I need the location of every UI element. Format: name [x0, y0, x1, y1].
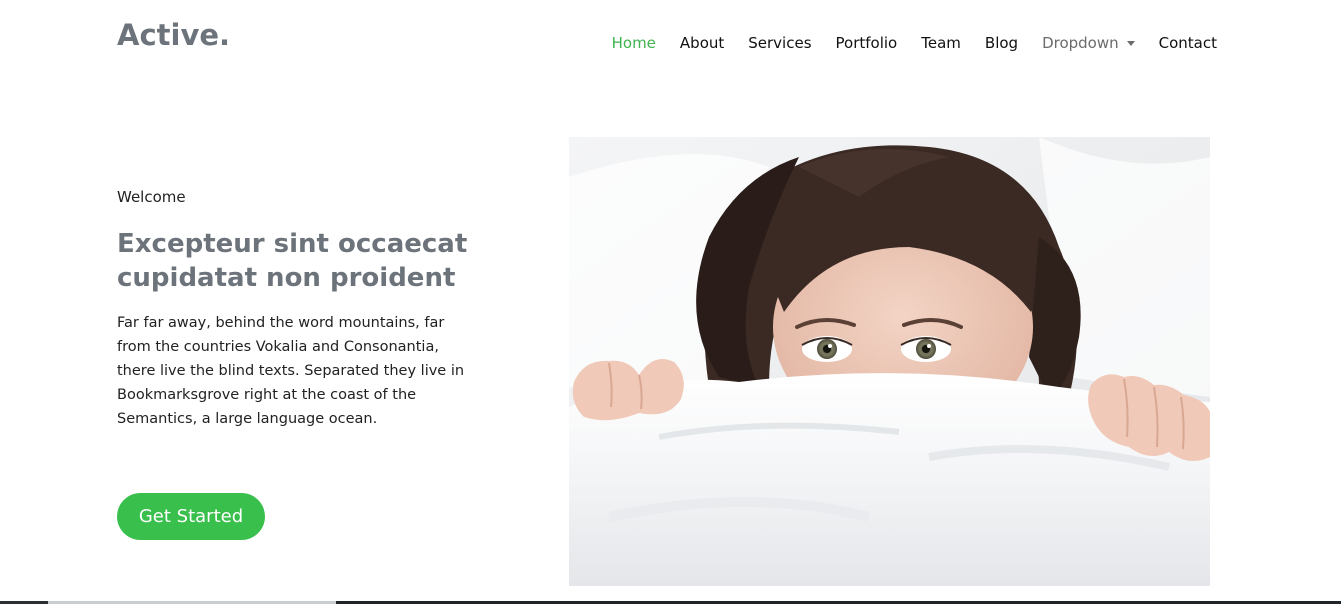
nav-item-blog[interactable]: Blog: [985, 34, 1018, 52]
nav-item-about[interactable]: About: [680, 34, 724, 52]
nav-item-services[interactable]: Services: [748, 34, 811, 52]
get-started-button[interactable]: Get Started: [117, 493, 265, 540]
hero-headline: Excepteur sint occaecat cupidatat non pr…: [117, 229, 468, 293]
nav-item-portfolio[interactable]: Portfolio: [836, 34, 898, 52]
caret-down-icon: [1126, 41, 1135, 46]
nav-item-contact[interactable]: Contact: [1159, 34, 1217, 52]
nav-item-team[interactable]: Team: [921, 34, 961, 52]
nav-item-dropdown-label: Dropdown: [1042, 34, 1119, 52]
hero-description: Far far away, behind the word mountains,…: [117, 315, 465, 427]
hero-image: [569, 137, 1210, 586]
main-nav: Home About Services Portfolio Team Blog …: [612, 31, 1217, 55]
hero-welcome: Welcome: [117, 188, 186, 206]
nav-item-home[interactable]: Home: [612, 34, 656, 52]
logo[interactable]: Active.: [117, 18, 230, 52]
nav-item-dropdown[interactable]: Dropdown: [1042, 34, 1135, 52]
hero-illustration: [569, 137, 1210, 586]
